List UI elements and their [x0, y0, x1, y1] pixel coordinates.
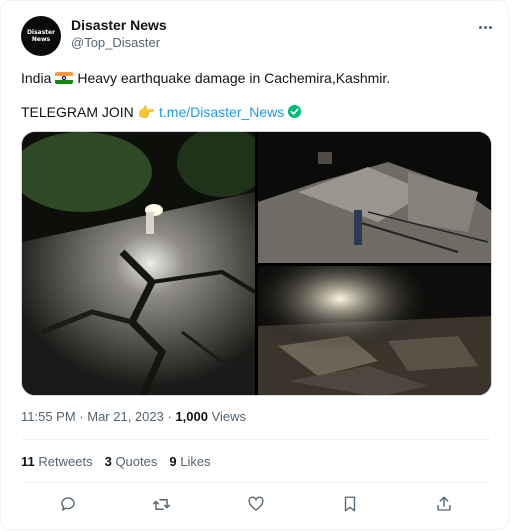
- likes-stat[interactable]: 9 Likes: [169, 454, 210, 469]
- likes-label: Likes: [180, 454, 211, 469]
- tweet-meta: 11:55 PM · Mar 21, 2023 · 1,000 Views: [21, 409, 247, 424]
- like-icon[interactable]: [242, 490, 270, 518]
- retweets-count: 11: [21, 454, 35, 469]
- photo-cracked-road[interactable]: [22, 132, 255, 395]
- quotes-count: 3: [104, 454, 112, 469]
- tweet-text-line-1: India Heavy earthquake damage in Cachemir…: [21, 69, 390, 87]
- avatar[interactable]: Disaster News: [21, 16, 61, 56]
- retweet-icon[interactable]: [147, 490, 175, 518]
- flag-india-icon: [55, 72, 74, 84]
- avatar-text-1: Disaster: [26, 29, 56, 36]
- views-label: Views: [211, 409, 247, 424]
- photo-collapsed-building[interactable]: [258, 132, 491, 263]
- retweets-stat[interactable]: 11 Retweets: [21, 454, 93, 469]
- retweets-label: Retweets: [38, 454, 93, 469]
- divider-bottom: [21, 482, 491, 483]
- tweet-card: Disaster News Disaster News @Top_Disaste…: [0, 0, 509, 530]
- quotes-stat[interactable]: 3 Quotes: [105, 454, 158, 469]
- likes-count: 9: [169, 454, 177, 469]
- more-options-icon[interactable]: [475, 19, 495, 35]
- telegram-link[interactable]: t.me/Disaster_News: [159, 104, 284, 120]
- tweet-text-line-2: TELEGRAM JOIN 👉 t.me/Disaster_News: [21, 103, 302, 123]
- quotes-label: Quotes: [115, 454, 158, 469]
- tweet-date[interactable]: Mar 21, 2023: [87, 409, 164, 424]
- bookmark-icon[interactable]: [336, 490, 364, 518]
- tweet-time[interactable]: 11:55 PM: [21, 409, 76, 424]
- share-icon[interactable]: [430, 490, 458, 518]
- views-count: 1,000: [175, 409, 208, 424]
- media-grid: [21, 131, 492, 396]
- author-name[interactable]: Disaster News: [71, 17, 167, 33]
- telegram-join-text: TELEGRAM JOIN 👉: [21, 104, 156, 120]
- engagement-stats: 11 Retweets 3 Quotes 9 Likes: [21, 454, 211, 469]
- action-bar: [1, 490, 515, 518]
- verified-check-icon: [287, 104, 302, 123]
- avatar-text-2: News: [31, 36, 51, 43]
- reply-icon[interactable]: [54, 490, 82, 518]
- photo-damaged-street-night[interactable]: [258, 266, 491, 395]
- tweet-country: India: [21, 70, 52, 86]
- divider-top: [21, 439, 491, 440]
- author-handle[interactable]: @Top_Disaster: [71, 35, 160, 50]
- tweet-headline: Heavy earthquake damage in Cachemira,Kas…: [77, 70, 391, 86]
